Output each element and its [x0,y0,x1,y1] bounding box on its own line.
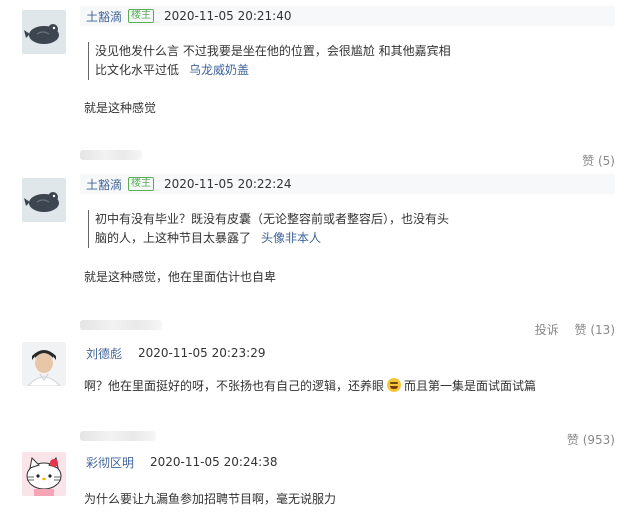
blurred-content [80,150,142,160]
bird-avatar-icon [22,178,66,222]
comment-actions: 赞 (953) [555,431,615,448]
report-button[interactable]: 投诉 [535,323,559,337]
username[interactable]: 土豁滴 [86,8,122,25]
comment-actions: 赞 (5) [570,152,615,169]
timestamp: 2020-11-05 20:22:24 [164,177,292,191]
comment-actions: 投诉 赞 (13) [523,321,615,338]
username[interactable]: 土豁滴 [86,176,122,193]
comment-text: 啊？他在里面挺好的呀，不张扬也有自己的逻辑，还养眼 而且第一集是面试面试篇 [84,377,536,394]
blurred-content [80,320,162,330]
comment-text: 就是这种感觉 [84,101,157,115]
quote-line: 没见他发什么言 不过我要是坐在他的位置，会很尴尬 和其他嘉宾相 [95,44,451,58]
quote-line: 比文化水平过低 [95,63,180,77]
username[interactable]: 刘德彪 [86,345,122,362]
comment-header: 彩彻区明 2020-11-05 20:24:38 [80,452,615,472]
like-button[interactable]: 赞 (953) [567,433,615,447]
like-button[interactable]: 赞 (13) [575,323,615,337]
quote-line: 初中有没有毕业？既没有皮囊（无论整容前或者整容后），也没有头 [95,212,450,226]
comment-text-part: 啊？他在里面挺好的呀，不张扬也有自己的逻辑，还养眼 [84,379,385,393]
blurred-content [80,431,156,441]
comment-text: 就是这种感觉，他在里面估计也自卑 [84,270,277,284]
comment-text-part: 而且第一集是面试面试篇 [404,379,537,393]
man-avatar-icon [22,342,66,386]
timestamp: 2020-11-05 20:23:29 [138,346,266,360]
quote-line: 脑的人，上这种节目太暴露了 [95,231,252,245]
comment-header: 土豁滴 楼主 2020-11-05 20:21:40 [80,6,615,26]
avatar[interactable] [22,10,66,54]
avatar[interactable] [22,452,66,496]
comment-header: 土豁滴 楼主 2020-11-05 20:22:24 [80,174,615,194]
like-button[interactable]: 赞 (5) [582,154,615,168]
username[interactable]: 彩彻区明 [86,454,134,471]
quoted-reply: 初中有没有毕业？既没有皮囊（无论整容前或者整容后），也没有头 脑的人，上这种节目… [88,210,449,248]
comment-text: 为什么要让九漏鱼参加招聘节目啊，毫无说服力 [84,492,337,506]
op-badge: 楼主 [128,9,155,23]
quote-author[interactable]: 头像非本人 [261,231,321,245]
op-badge: 楼主 [128,177,155,191]
hello-kitty-avatar-icon [22,452,66,496]
timestamp: 2020-11-05 20:21:40 [164,9,292,23]
quote-author[interactable]: 乌龙威奶盖 [189,63,249,77]
timestamp: 2020-11-05 20:24:38 [150,455,278,469]
bird-avatar-icon [22,10,66,54]
grin-emoji-icon [387,378,402,392]
comment-header: 刘德彪 2020-11-05 20:23:29 [80,343,615,363]
quoted-reply: 没见他发什么言 不过我要是坐在他的位置，会很尴尬 和其他嘉宾相 比文化水平过低乌… [88,42,451,80]
avatar[interactable] [22,342,66,386]
avatar[interactable] [22,178,66,222]
